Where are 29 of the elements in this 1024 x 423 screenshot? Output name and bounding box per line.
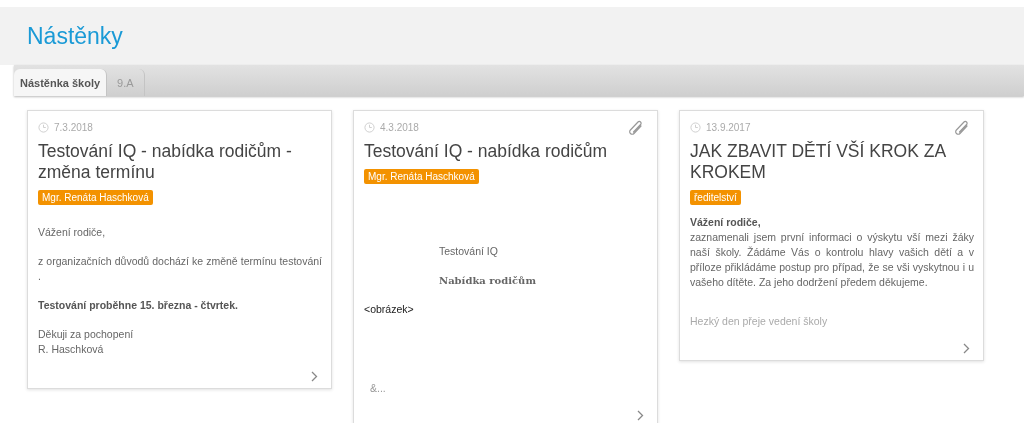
post-date: 13.9.2017 [706,121,751,133]
body-text: Nabídka rodičům [439,274,537,288]
chevron-right-icon[interactable] [637,410,644,421]
body-text: zaznamenali jsem první informaci o výskytu vší mezi žáky naší školy. Žádáme Vás o kontrolu hlavy vašich dětí a v příloze přikládáme postup pro případ, že se vši vyskytnou i u vašeho dítěte. Za jeho dodržení předem děkujeme. [690,230,974,290]
body-text: Hezký den přeje vedení školy [690,314,829,329]
chevron-right-icon[interactable] [963,343,970,354]
body-text: R. Haschková [38,342,105,357]
tab[interactable]: Nástěnka školy [14,69,108,96]
clock-icon [690,121,701,133]
body-text: Vážení rodiče, [38,225,107,240]
post-title: Testování IQ - nabídka rodičům - změna termínu [38,141,293,183]
post-date: 4.3.2018 [380,121,419,133]
page-title: Nástěnky [27,22,123,50]
body-text: Testování proběhne 15. března - čtvrtek. [38,298,239,313]
post-date: 7.3.2018 [54,121,93,133]
body-text: &... [370,381,387,396]
body-text: <obrázek> [364,302,415,317]
author-tag: Mgr. Renáta Haschková [38,190,153,205]
author-tag: ředitelství [690,190,741,205]
body-text: Děkuji za pochopení [38,327,135,342]
body-text: Testování IQ [439,244,499,259]
post-title: JAK ZBAVIT DĚTÍ VŠÍ KROK ZA KROKEM [690,141,947,183]
post-title: Testování IQ - nabídka rodičům [364,141,609,162]
body-text: Vážení rodiče, [690,215,762,230]
clock-icon [38,121,49,133]
body-text: z organizačních důvodů dochází ke změně termínu testování . [38,254,322,284]
author-tag: Mgr. Renáta Haschková [364,169,479,184]
chevron-right-icon[interactable] [311,371,318,382]
clock-icon [364,121,375,133]
